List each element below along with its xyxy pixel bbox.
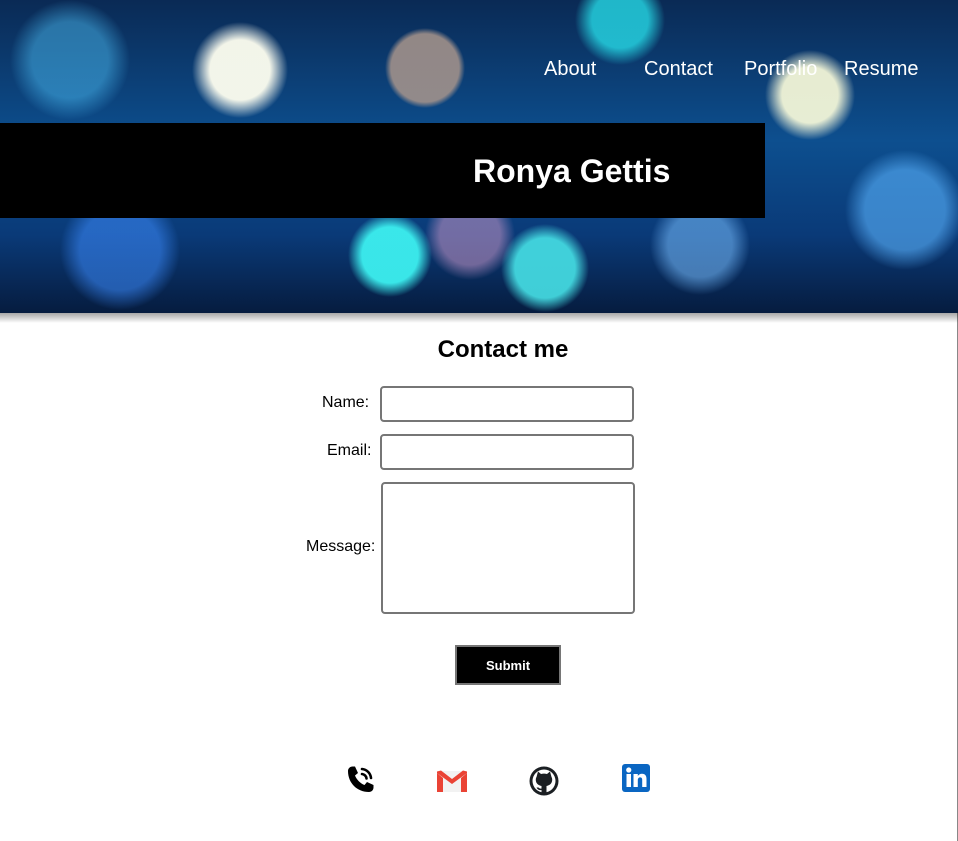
message-textarea[interactable]	[381, 482, 635, 614]
hero-shadow	[0, 313, 958, 323]
name-input[interactable]	[380, 386, 634, 422]
gmail-link[interactable]	[434, 762, 470, 798]
message-label: Message:	[306, 538, 376, 555]
name-label: Name:	[322, 394, 370, 411]
hero-bokeh-background: About Contact Portfolio Resume Ronya Get…	[0, 0, 958, 313]
linkedin-icon	[622, 764, 650, 792]
nav-portfolio-link[interactable]: Portfolio	[744, 58, 817, 81]
nav-contact-link[interactable]: Contact	[644, 58, 713, 81]
email-input[interactable]	[380, 434, 634, 470]
nav-about-link[interactable]: About	[544, 58, 596, 81]
github-link[interactable]	[526, 762, 562, 798]
title-bar: Ronya Gettis	[0, 123, 765, 218]
contact-heading: Contact me	[437, 336, 569, 363]
phone-link[interactable]	[343, 762, 379, 798]
email-label: Email:	[327, 442, 372, 459]
gmail-icon	[437, 770, 467, 792]
phone-icon	[348, 766, 374, 792]
submit-button[interactable]: Submit	[455, 645, 561, 685]
github-icon	[529, 766, 559, 796]
nav-resume-link[interactable]: Resume	[844, 58, 918, 81]
linkedin-link[interactable]	[618, 762, 654, 798]
site-owner-name: Ronya Gettis	[473, 153, 671, 189]
